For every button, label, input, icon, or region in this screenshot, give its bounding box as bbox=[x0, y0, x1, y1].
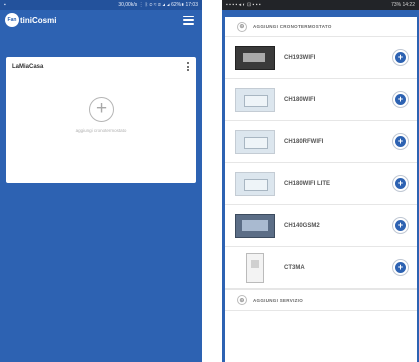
device-name: CH180WIFI bbox=[284, 96, 316, 103]
plus-icon: + bbox=[395, 94, 406, 105]
device-list: CH193WIFI + CH180WIFI + CH180RFWIFI + CH180WIF… bbox=[225, 37, 417, 289]
device-name: CH180RFWIFI bbox=[284, 138, 324, 145]
plus-icon: + bbox=[395, 262, 406, 273]
thermostat-image-icon bbox=[235, 213, 275, 238]
device-name: CH140GSM2 bbox=[284, 222, 320, 229]
section-add-service[interactable]: ⊕ AGGIUNGI SERVIZIO bbox=[225, 289, 417, 311]
add-device-button[interactable]: + bbox=[392, 259, 409, 276]
thermostat-image-icon bbox=[235, 45, 275, 70]
device-name: CH193WIFI bbox=[284, 54, 316, 61]
add-device-button[interactable]: + bbox=[392, 49, 409, 66]
section-add-thermostat[interactable]: ⊕ AGGIUNGI CRONOTERMOSTATO bbox=[225, 17, 417, 37]
add-device-button[interactable]: + bbox=[392, 217, 409, 234]
home-name: LaMiaCasa bbox=[12, 64, 44, 70]
device-row[interactable]: CH193WIFI + bbox=[225, 37, 417, 79]
thermostat-image-icon bbox=[235, 129, 275, 154]
plus-icon: + bbox=[395, 136, 406, 147]
device-row[interactable]: CH180RFWIFI + bbox=[225, 121, 417, 163]
section-title: AGGIUNGI CRONOTERMOSTATO bbox=[253, 24, 332, 29]
plus-icon: + bbox=[395, 52, 406, 63]
status-bar: ▪ 30,00k/s ⋮ ᛒ ⊙ ≈ ⊘ ◢ ◢ 62%▮ 17:03 bbox=[0, 0, 202, 10]
home-card[interactable]: LaMiaCasa + aggiungi cronotermostato bbox=[6, 57, 196, 183]
device-row[interactable]: CH140GSM2 + bbox=[225, 205, 417, 247]
status-indicators: 73% 14:22 bbox=[391, 2, 415, 8]
section-expand-icon: ⊕ bbox=[237, 21, 247, 32]
add-device-screen: ▪ ▪ ▪ ▪ ◂ ◐ ⊡ ▪ ▪ ▪ 73% 14:22 ⊕ AGGIUNGI… bbox=[222, 0, 419, 362]
add-device-button[interactable]: + bbox=[392, 133, 409, 150]
device-row[interactable]: CT3MA + bbox=[225, 247, 417, 289]
thermostat-image-icon bbox=[246, 252, 264, 283]
device-row[interactable]: CH180WIFI LITE + bbox=[225, 163, 417, 205]
fantini-cosmi-logo: Fan tiniCosmi bbox=[5, 13, 56, 27]
section-expand-icon: ⊕ bbox=[237, 295, 247, 305]
add-thermostat-caption: aggiungi cronotermostato bbox=[75, 128, 127, 133]
status-bar: ▪ ▪ ▪ ▪ ◂ ◐ ⊡ ▪ ▪ ▪ 73% 14:22 bbox=[222, 0, 419, 10]
status-indicators: 30,00k/s ⋮ ᛒ ⊙ ≈ ⊘ ◢ ◢ 62%▮ 17:03 bbox=[118, 2, 198, 8]
notification-icon: ▪ bbox=[4, 2, 6, 8]
thermostat-image-icon bbox=[235, 87, 275, 112]
section-title: AGGIUNGI SERVIZIO bbox=[253, 297, 304, 303]
add-device-panel: ⊕ AGGIUNGI CRONOTERMOSTATO CH193WIFI + CH1… bbox=[225, 17, 417, 362]
logo-mark: Fan bbox=[5, 13, 19, 27]
add-device-button[interactable]: + bbox=[392, 175, 409, 192]
add-device-button[interactable]: + bbox=[392, 91, 409, 108]
device-row[interactable]: CH180WIFI + bbox=[225, 79, 417, 121]
notification-icons: ▪ ▪ ▪ ▪ ◂ ◐ ⊡ ▪ ▪ ▪ bbox=[226, 2, 261, 8]
plus-icon: + bbox=[395, 220, 406, 231]
thermostat-image-icon bbox=[235, 171, 275, 196]
hamburger-menu-icon[interactable] bbox=[183, 15, 194, 25]
device-name: CT3MA bbox=[284, 264, 305, 271]
more-options-icon[interactable] bbox=[187, 62, 190, 71]
plus-icon: + bbox=[395, 178, 406, 189]
home-screen: ▪ 30,00k/s ⋮ ᛒ ⊙ ≈ ⊘ ◢ ◢ 62%▮ 17:03 Fan … bbox=[0, 0, 202, 362]
app-bar: Fan tiniCosmi bbox=[0, 10, 202, 30]
add-thermostat-button[interactable]: + bbox=[89, 97, 114, 122]
app-title: tiniCosmi bbox=[20, 15, 57, 25]
device-name: CH180WIFI LITE bbox=[284, 180, 331, 187]
